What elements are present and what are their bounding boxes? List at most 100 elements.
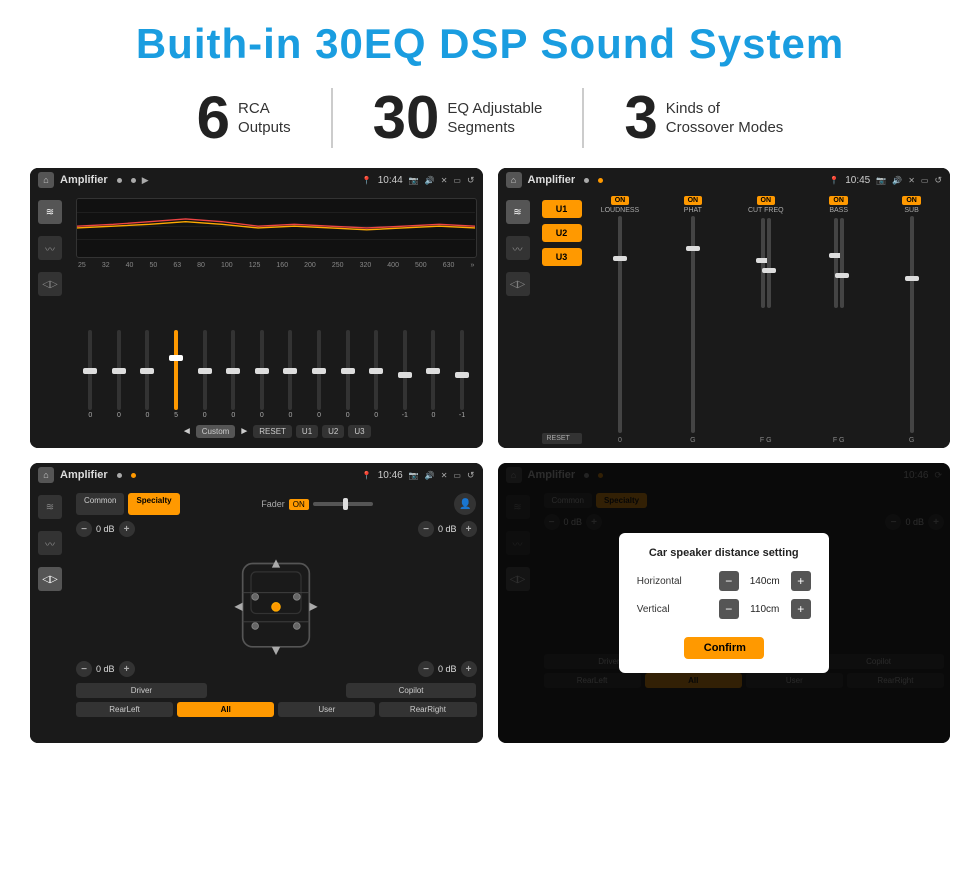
cross-back-icon[interactable] — [934, 175, 942, 186]
cutfreq-slider-f[interactable] — [761, 218, 765, 308]
eq-sidebar-icon1[interactable]: ≋ — [38, 200, 62, 224]
eq-u2-btn[interactable]: U2 — [322, 425, 344, 438]
fader-tabs: Common Specialty Fader ON 👤 — [76, 493, 477, 515]
fader-tab-specialty[interactable]: Specialty — [128, 493, 179, 515]
loudness-on[interactable]: ON — [611, 196, 630, 205]
vertical-plus-btn[interactable]: + — [791, 599, 811, 619]
horizontal-minus-btn[interactable]: − — [719, 571, 739, 591]
back-icon[interactable] — [467, 175, 475, 186]
fader-home-icon[interactable]: ⌂ — [38, 467, 54, 483]
fader-sb-icon3[interactable]: ◁▷ — [38, 567, 62, 591]
eq-band-1[interactable]: 0 — [81, 330, 99, 419]
eq-sidebar: ≋ 〰 ◁▷ — [30, 192, 70, 448]
eq-band-11[interactable]: 0 — [367, 330, 385, 419]
fader-back-icon[interactable] — [467, 470, 475, 481]
fader-vol-control-4: − 0 dB + — [418, 661, 477, 677]
cutfreq-slider-g[interactable] — [767, 218, 771, 308]
cross-channels: ON LOUDNESS 0 ON PHAT — [586, 196, 947, 444]
stat-rca-number: 6 — [197, 88, 230, 148]
eq-custom-btn[interactable]: Custom — [196, 425, 236, 438]
fader-screen-title: Amplifier — [60, 469, 108, 481]
fader-vol-minus-1[interactable]: − — [76, 521, 92, 537]
fader-on-badge[interactable]: ON — [289, 499, 309, 510]
fader-vol-plus-2[interactable]: + — [461, 521, 477, 537]
fader-sb-icon2[interactable]: 〰 — [38, 531, 62, 555]
fader-vol-val-1: 0 dB — [96, 524, 115, 534]
fader-tab-common[interactable]: Common — [76, 493, 124, 515]
fader-vol-minus-4[interactable]: − — [418, 661, 434, 677]
eq-band-12[interactable]: -1 — [396, 330, 414, 419]
cross-vol-icon — [892, 175, 902, 185]
bass-label: BASS — [829, 207, 848, 214]
eq-band-2[interactable]: 0 — [110, 330, 128, 419]
stat-eq: 30 EQ Adjustable Segments — [333, 88, 585, 148]
sub-slider[interactable] — [910, 216, 914, 433]
bass-slider-g[interactable] — [840, 218, 844, 308]
fader-h-track[interactable] — [313, 502, 373, 506]
fader-btn-copilot[interactable]: Copilot — [346, 683, 477, 698]
fader-person-icon[interactable]: 👤 — [454, 493, 476, 515]
eq-band-5[interactable]: 0 — [196, 330, 214, 419]
eq-sidebar-icon3[interactable]: ◁▷ — [38, 272, 62, 296]
eq-sidebar-icon2[interactable]: 〰 — [38, 236, 62, 260]
fader-h-thumb[interactable] — [343, 498, 348, 510]
fader-btn-rearleft[interactable]: RearLeft — [76, 702, 173, 717]
eq-band-7[interactable]: 0 — [253, 330, 271, 419]
bass-slider-f[interactable] — [834, 218, 838, 308]
fader-vol-minus-2[interactable]: − — [418, 521, 434, 537]
speaker-distance-overlay: Car speaker distance setting Horizontal … — [498, 463, 951, 743]
eq-u3-btn[interactable]: U3 — [348, 425, 370, 438]
eq-reset-btn[interactable]: RESET — [253, 425, 292, 438]
eq-band-4[interactable]: 5 — [167, 330, 185, 419]
vertical-minus-btn[interactable]: − — [719, 599, 739, 619]
sub-on[interactable]: ON — [902, 196, 921, 205]
cross-u1-btn[interactable]: U1 — [542, 200, 582, 218]
confirm-button[interactable]: Confirm — [684, 637, 764, 659]
cross-sidebar-icon3[interactable]: ◁▷ — [506, 272, 530, 296]
eq-dot2 — [131, 178, 136, 183]
fader-vol-plus-3[interactable]: + — [119, 661, 135, 677]
cross-ch-cutfreq: ON CUT FREQ F G — [731, 196, 800, 444]
horizontal-plus-btn[interactable]: + — [791, 571, 811, 591]
bass-on[interactable]: ON — [829, 196, 848, 205]
loudness-slider[interactable] — [618, 216, 622, 433]
fader-btn-all[interactable]: All — [177, 702, 274, 717]
eq-band-13[interactable]: 0 — [424, 330, 442, 419]
eq-band-10[interactable]: 0 — [339, 330, 357, 419]
fader-sb-icon1[interactable]: ≋ — [38, 495, 62, 519]
vertical-value: 110cm — [745, 604, 785, 615]
home-icon[interactable]: ⌂ — [38, 172, 54, 188]
cross-main-area: U1 U2 U3 RESET ON LOUDNESS — [538, 192, 951, 448]
fader-vol-plus-4[interactable]: + — [461, 661, 477, 677]
fader-vol-minus-3[interactable]: − — [76, 661, 92, 677]
eq-next-btn[interactable]: ► — [239, 426, 249, 437]
fader-toggle-row: Fader ON — [261, 493, 373, 515]
fader-vol-plus-1[interactable]: + — [119, 521, 135, 537]
eq-band-9[interactable]: 0 — [310, 330, 328, 419]
cutfreq-on[interactable]: ON — [757, 196, 776, 205]
fader-btn-rearright[interactable]: RearRight — [379, 702, 476, 717]
eq-band-3[interactable]: 0 — [138, 330, 156, 419]
fader-btn-driver[interactable]: Driver — [76, 683, 207, 698]
cross-sidebar-icon1[interactable]: ≋ — [506, 200, 530, 224]
eq-band-8[interactable]: 0 — [281, 330, 299, 419]
cutfreq-label: CUT FREQ — [748, 207, 784, 214]
phat-on[interactable]: ON — [684, 196, 703, 205]
eq-prev-btn[interactable]: ◄ — [182, 426, 192, 437]
cross-u3-btn[interactable]: U3 — [542, 248, 582, 266]
window-icon — [453, 175, 461, 185]
cross-home-icon[interactable]: ⌂ — [506, 172, 522, 188]
eq-u1-btn[interactable]: U1 — [296, 425, 318, 438]
phat-slider[interactable] — [691, 216, 695, 433]
fader-vol-row: − 0 dB + − 0 dB + — [76, 521, 477, 537]
fader-dot1 — [117, 473, 122, 478]
cross-dot2 — [598, 178, 603, 183]
eq-band-6[interactable]: 0 — [224, 330, 242, 419]
eq-band-14[interactable]: -1 — [453, 330, 471, 419]
cross-sidebar-icon2[interactable]: 〰 — [506, 236, 530, 260]
cross-u2-btn[interactable]: U2 — [542, 224, 582, 242]
phat-label: PHAT — [684, 207, 702, 214]
fader-btn-user[interactable]: User — [278, 702, 375, 717]
cross-reset-btn[interactable]: RESET — [542, 433, 582, 444]
fader-vol-control-2: − 0 dB + — [418, 521, 477, 537]
